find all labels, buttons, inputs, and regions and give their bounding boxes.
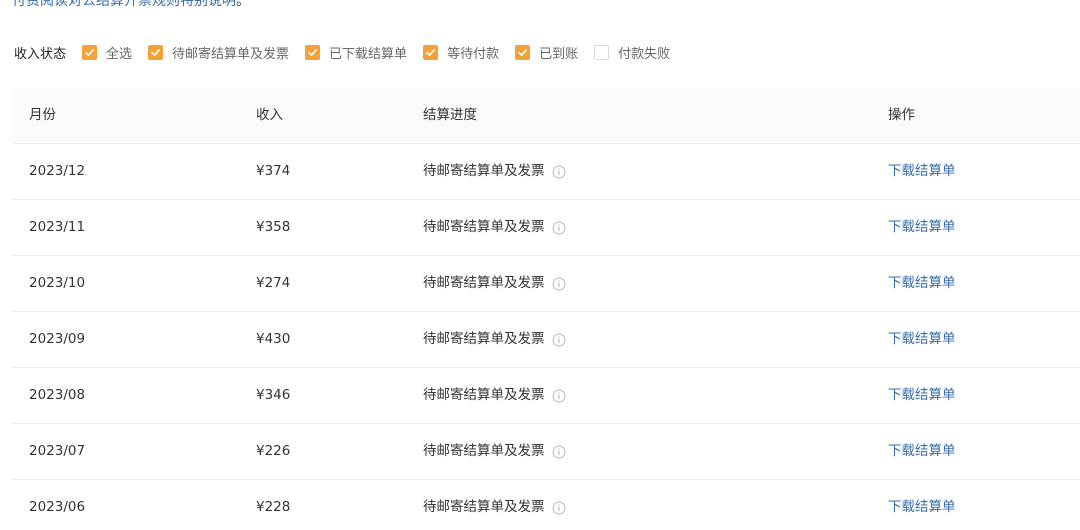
table-body: 2023/12 ¥374 待邮寄结算单及发票 下载结算单 2023/11 ¥358 待邮寄结…	[12, 144, 1080, 530]
table-row: 2023/09 ¥430 待邮寄结算单及发票 下载结算单	[12, 312, 1080, 368]
cell-month: 2023/09	[29, 331, 86, 347]
info-icon[interactable]	[552, 445, 566, 459]
checkbox[interactable]	[82, 44, 98, 60]
progress-text: 待邮寄结算单及发票	[423, 219, 545, 235]
info-icon[interactable]	[552, 165, 566, 179]
info-icon[interactable]	[552, 277, 566, 291]
settlement-page: 付费阅读对公结算开票规则特别说明。 收入状态 全选 待邮寄结算单及发票 已下载结算单…	[0, 0, 1080, 530]
progress-text: 待邮寄结算单及发票	[423, 499, 545, 515]
cell-month: 2023/12	[29, 163, 86, 179]
cell-income: ¥430	[256, 331, 291, 347]
checkbox-label: 已到账	[539, 46, 579, 62]
progress-text: 待邮寄结算单及发票	[423, 163, 545, 179]
checkbox[interactable]	[305, 44, 321, 60]
checkbox-label: 已下载结算单	[329, 46, 408, 62]
cell-month: 2023/10	[29, 275, 86, 291]
filter-option-4[interactable]: 已到账	[515, 43, 578, 62]
info-icon[interactable]	[552, 333, 566, 347]
check-icon	[426, 48, 435, 56]
cell-month: 2023/06	[29, 499, 86, 515]
info-icon[interactable]	[552, 389, 566, 403]
settlement-table: 月份 收入 结算进度 操作 2023/12 ¥374 待邮寄结算单及发票 下载结算单 2…	[12, 88, 1080, 530]
cell-income: ¥346	[256, 387, 291, 403]
info-icon[interactable]	[552, 221, 566, 235]
header-income: 收入	[256, 107, 283, 123]
checkbox[interactable]	[423, 44, 439, 60]
table-row: 2023/06 ¥228 待邮寄结算单及发票 下载结算单	[12, 480, 1080, 530]
filter-options: 全选 待邮寄结算单及发票 已下载结算单 等待付款 已到账 付款失败	[82, 43, 686, 62]
download-statement-link[interactable]: 下载结算单	[888, 312, 956, 367]
progress-text: 待邮寄结算单及发票	[423, 331, 545, 347]
cell-income: ¥228	[256, 499, 291, 515]
download-statement-link[interactable]: 下载结算单	[888, 200, 956, 255]
filter-label: 收入状态	[14, 46, 67, 62]
check-icon	[85, 48, 94, 56]
progress-text: 待邮寄结算单及发票	[423, 443, 545, 459]
cell-progress: 待邮寄结算单及发票	[423, 144, 566, 199]
cell-income: ¥358	[256, 219, 291, 235]
filter-option-0[interactable]: 全选	[82, 43, 132, 62]
cell-income: ¥374	[256, 163, 291, 179]
table-header-row: 月份 收入 结算进度 操作	[12, 88, 1080, 144]
download-statement-link[interactable]: 下载结算单	[888, 480, 956, 530]
cell-progress: 待邮寄结算单及发票	[423, 368, 566, 423]
filter-option-5[interactable]: 付款失败	[594, 43, 670, 62]
table-row: 2023/12 ¥374 待邮寄结算单及发票 下载结算单	[12, 144, 1080, 200]
filter-option-3[interactable]: 等待付款	[423, 43, 499, 62]
cell-month: 2023/11	[29, 219, 86, 235]
checkbox[interactable]	[515, 44, 531, 60]
cell-progress: 待邮寄结算单及发票	[423, 256, 566, 311]
download-statement-link[interactable]: 下载结算单	[888, 144, 956, 199]
header-progress: 结算进度	[423, 107, 477, 123]
cell-income: ¥226	[256, 443, 291, 459]
cell-progress: 待邮寄结算单及发票	[423, 312, 566, 367]
check-icon	[151, 48, 160, 56]
table-row: 2023/10 ¥274 待邮寄结算单及发票 下载结算单	[12, 256, 1080, 312]
table-row: 2023/07 ¥226 待邮寄结算单及发票 下载结算单	[12, 424, 1080, 480]
download-statement-link[interactable]: 下载结算单	[888, 368, 956, 423]
checkbox-label: 待邮寄结算单及发票	[172, 46, 290, 62]
cell-month: 2023/07	[29, 443, 86, 459]
table-row: 2023/08 ¥346 待邮寄结算单及发票 下载结算单	[12, 368, 1080, 424]
cell-progress: 待邮寄结算单及发票	[423, 200, 566, 255]
cell-income: ¥274	[256, 275, 291, 291]
check-icon	[518, 48, 527, 56]
filter-option-2[interactable]: 已下载结算单	[305, 43, 407, 62]
header-action: 操作	[888, 107, 915, 123]
download-statement-link[interactable]: 下载结算单	[888, 424, 956, 479]
progress-text: 待邮寄结算单及发票	[423, 275, 545, 291]
notice-line: 付费阅读对公结算开票规则特别说明。	[12, 0, 250, 11]
checkbox-label: 付款失败	[618, 46, 671, 62]
checkbox[interactable]	[594, 44, 610, 60]
cell-progress: 待邮寄结算单及发票	[423, 424, 566, 479]
income-status-filter: 收入状态 全选 待邮寄结算单及发票 已下载结算单 等待付款 已到账 付款失败	[14, 42, 686, 62]
checkbox-label: 全选	[106, 46, 133, 62]
checkbox[interactable]	[148, 44, 164, 60]
table-row: 2023/11 ¥358 待邮寄结算单及发票 下载结算单	[12, 200, 1080, 256]
notice-tail: 。	[236, 0, 250, 9]
cell-progress: 待邮寄结算单及发票	[423, 480, 566, 530]
header-month: 月份	[29, 107, 56, 123]
download-statement-link[interactable]: 下载结算单	[888, 256, 956, 311]
checkbox-label: 等待付款	[447, 46, 500, 62]
check-icon	[308, 48, 317, 56]
info-icon[interactable]	[552, 501, 566, 515]
progress-text: 待邮寄结算单及发票	[423, 387, 545, 403]
settlement-rules-link[interactable]: 付费阅读对公结算开票规则特别说明	[12, 0, 236, 9]
filter-option-1[interactable]: 待邮寄结算单及发票	[148, 43, 289, 62]
cell-month: 2023/08	[29, 387, 86, 403]
